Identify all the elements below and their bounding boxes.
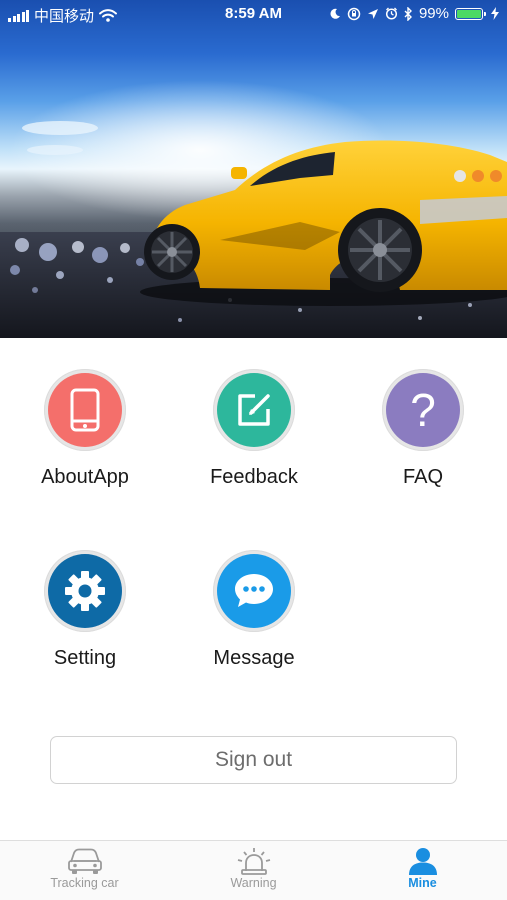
menu-label-feedback: Feedback [210, 466, 298, 488]
menu-item-faq[interactable]: ? FAQ [343, 369, 503, 489]
bluetooth-icon [404, 6, 412, 21]
moon-icon [330, 8, 340, 19]
faq-icon-circle[interactable]: ? [382, 369, 464, 451]
battery-level-fill [457, 9, 481, 18]
status-right: 99% [329, 5, 499, 22]
menu-item-setting[interactable]: Setting [5, 550, 165, 670]
menu-label-faq: FAQ [402, 466, 443, 488]
gear-icon [48, 554, 122, 628]
siren-icon [237, 848, 270, 875]
tab-tracking-car[interactable]: Tracking car [0, 841, 169, 900]
tab-label-mine: Mine [408, 876, 437, 890]
menu-label-setting: Setting [53, 647, 117, 669]
tab-bar: Tracking car Warning Mine [0, 840, 507, 900]
hero-banner: 中国移动 8:59 AM 99% [0, 0, 507, 338]
tab-warning[interactable]: Warning [169, 841, 338, 900]
battery-percent: 99% [418, 5, 449, 22]
phone-icon [48, 373, 122, 447]
setting-icon-circle[interactable] [44, 550, 126, 632]
charging-icon [491, 7, 499, 20]
app-screen: 中国移动 8:59 AM 99% AboutApp Feedback ? FAQ… [0, 0, 507, 900]
person-icon [408, 848, 437, 875]
tab-mine[interactable]: Mine [338, 841, 507, 900]
menu-label-aboutapp: AboutApp [41, 466, 129, 488]
feedback-icon-circle[interactable] [213, 369, 295, 451]
question-icon: ? [386, 373, 460, 447]
status-bar: 中国移动 8:59 AM 99% [0, 0, 507, 28]
edit-icon [217, 373, 291, 447]
menu-label-message: Message [213, 647, 295, 669]
car-icon [67, 848, 102, 874]
sign-out-button[interactable]: Sign out [50, 736, 457, 784]
chat-icon [217, 554, 291, 628]
menu-item-message[interactable]: Message [174, 550, 334, 670]
message-icon-circle[interactable] [213, 550, 295, 632]
menu-item-feedback[interactable]: Feedback [174, 369, 334, 489]
alarm-icon [385, 7, 398, 20]
tab-label-warning: Warning [230, 876, 277, 890]
aboutapp-icon-circle[interactable] [44, 369, 126, 451]
location-icon [367, 8, 378, 19]
battery-icon [455, 7, 486, 20]
lock-rotation-icon [347, 7, 361, 20]
menu-item-aboutapp[interactable]: AboutApp [5, 369, 165, 489]
sports-car-image [0, 80, 507, 338]
tab-label-tracking-car: Tracking car [50, 876, 119, 890]
